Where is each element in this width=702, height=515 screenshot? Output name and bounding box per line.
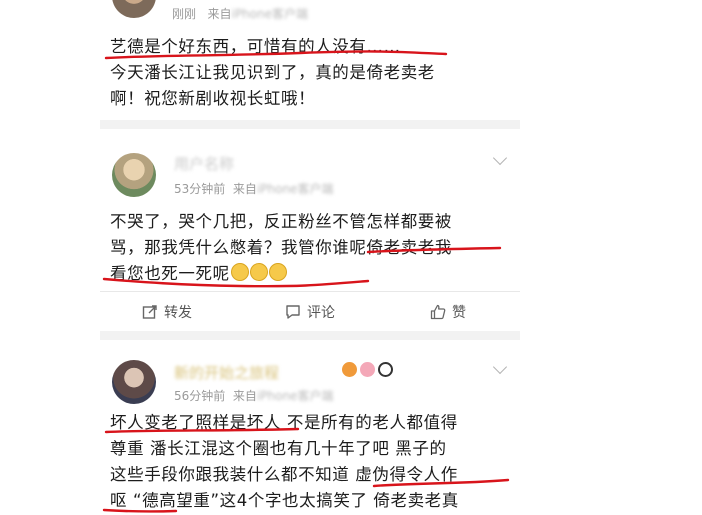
- post-meta: 刚刚 来自iPhone客户端: [172, 5, 308, 22]
- source-prefix: 来自: [232, 182, 257, 196]
- post-meta: 53分钟前 来自iPhone客户端: [174, 180, 333, 197]
- comment-text-line: 坏人变老了照样是坏人 不是所有的老人都值得: [110, 413, 458, 432]
- divider: [100, 291, 520, 292]
- comment-button[interactable]: 评论: [285, 302, 335, 322]
- avatar[interactable]: [112, 360, 156, 404]
- username-blurred[interactable]: 新的开始之旅程: [174, 362, 279, 383]
- username-emoji-badges: [342, 362, 393, 377]
- section-separator: [100, 120, 520, 129]
- avatar[interactable]: [112, 153, 156, 197]
- comment-text-line: 啊！祝您新剧收视长虹哦！: [110, 89, 316, 108]
- post-time: 53分钟前: [174, 182, 226, 196]
- post-time: 刚刚: [172, 7, 197, 21]
- panda-emoji-icon: [378, 362, 393, 377]
- like-label: 赞: [452, 305, 466, 321]
- repost-icon: [142, 305, 157, 319]
- angry-emoji-icon: [342, 362, 357, 377]
- grin-emoji-icon: [268, 263, 287, 281]
- post-time: 56分钟前: [174, 389, 226, 403]
- source-prefix: 来自: [207, 7, 232, 21]
- grin-emoji-icon: [230, 263, 249, 281]
- comment-post-3: 新的开始之旅程 56分钟前 来自iPhone客户端 坏人变老了照样是坏人 不是所…: [100, 340, 520, 515]
- thumbs-up-icon: [430, 304, 446, 320]
- comment-text: 看您也死一死呢: [110, 264, 230, 283]
- comment-text-line: 尊重 潘长江混这个圈也有几十年了吧 黑子的: [110, 439, 447, 458]
- weibo-comments-screenshot: 刚刚 来自iPhone客户端 艺德是个好东西，可惜有的人没有…… 今天潘长江让我…: [0, 0, 702, 515]
- source-prefix: 来自: [232, 389, 257, 403]
- comment-text-line: 看您也死一死呢: [110, 263, 287, 285]
- username-blurred[interactable]: 用户名称: [174, 153, 234, 174]
- repost-button[interactable]: 转发: [142, 302, 192, 322]
- section-separator: [100, 331, 520, 340]
- grin-emoji-icon: [249, 263, 268, 281]
- comment-text-line: 呕 “德高望重”这4个字也太搞笑了 倚老卖老真: [110, 491, 459, 510]
- comment-post-1: 刚刚 来自iPhone客户端 艺德是个好东西，可惜有的人没有…… 今天潘长江让我…: [100, 0, 520, 122]
- chevron-down-icon[interactable]: [492, 359, 508, 375]
- chevron-down-icon[interactable]: [492, 150, 508, 166]
- comment-text-line: 不哭了，哭个几把，反正粉丝不管怎样都要被: [110, 212, 452, 231]
- source-blurred: iPhone客户端: [256, 182, 334, 196]
- comment-text-line: 骂，那我凭什么憋着？我管你谁呢倚老卖老我: [110, 238, 452, 257]
- comment-text-line: 艺德是个好东西，可惜有的人没有……: [110, 37, 401, 56]
- comment-label: 评论: [307, 305, 335, 321]
- source-blurred: iPhone客户端: [231, 7, 308, 21]
- comment-post-2: 用户名称 53分钟前 来自iPhone客户端 不哭了，哭个几把，反正粉丝不管怎样…: [100, 129, 520, 330]
- comment-text-line: 这些手段你跟我装什么都不知道 虚伪得令人作: [110, 465, 458, 484]
- source-blurred: iPhone客户端: [256, 389, 334, 403]
- repost-label: 转发: [164, 305, 192, 321]
- heart-emoji-icon: [360, 362, 375, 377]
- comment-text-line: 今天潘长江让我见识到了，真的是倚老卖老: [110, 63, 435, 82]
- avatar[interactable]: [112, 0, 156, 18]
- comment-icon: [286, 305, 300, 319]
- post-meta: 56分钟前 来自iPhone客户端: [174, 387, 333, 404]
- like-button[interactable]: 赞: [430, 302, 466, 322]
